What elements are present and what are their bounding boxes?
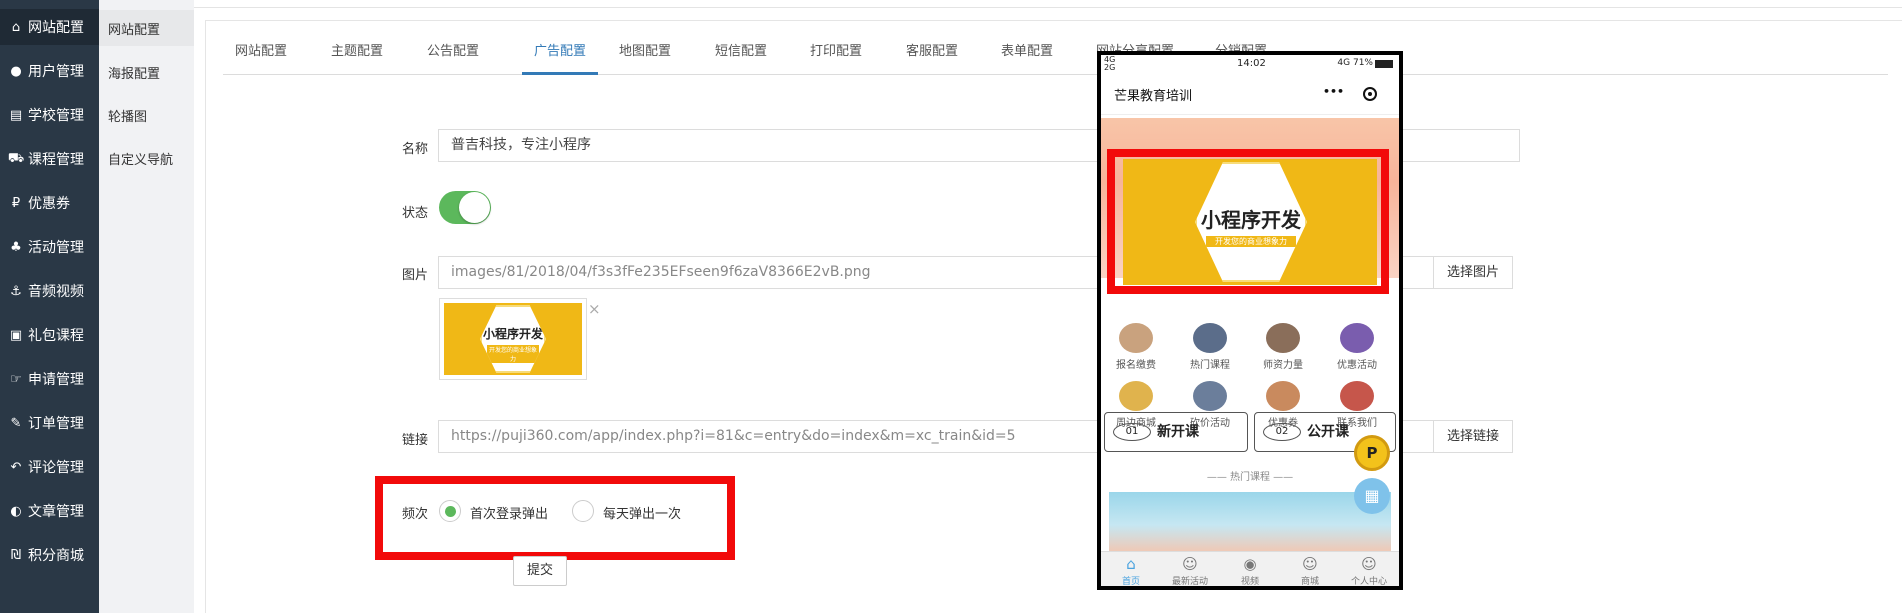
tab-sms-config[interactable]: 短信配置 — [703, 38, 779, 75]
phone-preview: 4G 2G 14:02 4G 71% 芒果教育培训 ••• 报名缴费 热门课程 … — [1097, 51, 1403, 590]
name-label: 名称 — [401, 142, 428, 157]
home-tab-icon: ⌂ — [1126, 555, 1136, 573]
subnav-item-custom-nav[interactable]: 自定义导航 — [99, 140, 194, 176]
phone-app-title: 芒果教育培训 — [1114, 89, 1193, 104]
phone-icon-enroll[interactable]: 报名缴费 — [1106, 323, 1166, 371]
sidebar-item-users[interactable]: ● 用户管理 — [0, 53, 99, 89]
sidebar-item-schools[interactable]: ▤ 学校管理 — [0, 97, 99, 133]
radio-first-login[interactable] — [439, 500, 461, 522]
tab-map-config[interactable]: 地图配置 — [607, 38, 683, 75]
phone-tab-mall[interactable]: ☺ 商城 — [1280, 552, 1340, 586]
sidebar-item-site-config[interactable]: ⌂ 网站配置 — [0, 9, 99, 45]
ad-thumb-subtitle: 开发您的商业想象力 — [486, 345, 540, 363]
sidebar-item-orders[interactable]: ✎ 订单管理 — [0, 405, 99, 441]
battery-icon — [1375, 60, 1393, 68]
sidebar-item-coupons[interactable]: ₽ 优惠券 — [0, 185, 99, 221]
gift-icon: ▣ — [9, 327, 23, 343]
sidebar-item-comments[interactable]: ↶ 评论管理 — [0, 449, 99, 485]
phone-icon-hot-courses[interactable]: 热门课程 — [1180, 323, 1240, 371]
subnav-item-site-config[interactable]: 网站配置 — [99, 10, 194, 46]
sidebar-item-gift-courses[interactable]: ▣ 礼包课程 — [0, 317, 99, 353]
server-icon: ▤ — [9, 107, 23, 123]
subnav-item-poster-config[interactable]: 海报配置 — [99, 54, 194, 90]
points-icon: ₪ — [10, 547, 22, 563]
status-toggle[interactable] — [439, 191, 491, 224]
phone-tab-profile[interactable]: ☺ 个人中心 — [1339, 552, 1399, 586]
sidebar-item-courses[interactable]: ⛟ 课程管理 — [0, 141, 99, 177]
subnav-item-carousel[interactable]: 轮播图 — [99, 97, 194, 133]
choose-image-button[interactable]: 选择图片 — [1433, 256, 1513, 289]
cart-icon: ⛟ — [7, 150, 25, 166]
config-tabs: 网站配置 主题配置 公告配置 广告配置 地图配置 短信配置 打印配置 客服配置 … — [223, 38, 1888, 75]
phone-tab-home[interactable]: ⌂ 首页 — [1101, 552, 1161, 586]
phone-status-bar: 4G 2G 14:02 4G 71% — [1101, 55, 1399, 73]
image-preview: 小程序开发 开发您的商业想象力 — [439, 298, 587, 380]
anchor-icon: ⚓ — [10, 283, 22, 299]
order-icon: ✎ — [10, 415, 22, 431]
phone-new-course-card[interactable]: 01 新开课 — [1104, 412, 1248, 452]
sub-navigation: 网站配置 海报配置 轮播图 自定义导航 — [99, 0, 194, 613]
phone-icon-promotions[interactable]: 优惠活动 — [1327, 323, 1387, 371]
phone-time: 14:02 — [1237, 58, 1266, 69]
phone-tab-video[interactable]: ◉ 视频 — [1220, 552, 1280, 586]
phone-tab-activities[interactable]: ☺ 最新活动 — [1160, 552, 1220, 586]
sidebar: ⌂ 网站配置 ● 用户管理 ▤ 学校管理 ⛟ 课程管理 ₽ 优惠券 ♣ 活动管理 ⚓ 音频视频… — [0, 0, 99, 613]
radio-daily-label: 每天弹出一次 — [603, 507, 682, 522]
phone-tab-bar: ⌂ 首页 ☺ 最新活动 ◉ 视频 ☺ 商城 ☺ 个人中心 — [1101, 551, 1399, 586]
ad-thumb-title: 小程序开发 — [482, 327, 543, 341]
video-tab-icon: ◉ — [1243, 555, 1257, 573]
sidebar-item-applications[interactable]: ☞ 申请管理 — [0, 361, 99, 397]
mall-tab-icon: ☺ — [1302, 555, 1318, 573]
remove-image-icon[interactable]: × — [588, 300, 601, 318]
tab-form-config[interactable]: 表单配置 — [989, 38, 1065, 75]
ad-thumbnail: 小程序开发 开发您的商业想象力 — [444, 303, 582, 375]
sidebar-item-media[interactable]: ⚓ 音频视频 — [0, 273, 99, 309]
radio-first-login-label: 首次登录弹出 — [470, 507, 549, 522]
more-icon[interactable]: ••• — [1323, 85, 1344, 98]
toggle-knob — [459, 192, 490, 223]
tab-ad-config[interactable]: 广告配置 — [522, 38, 599, 75]
reply-icon: ↶ — [10, 459, 22, 475]
frequency-label: 频次 — [401, 507, 428, 522]
user-icon: ● — [10, 63, 22, 79]
building-fab-icon[interactable]: ▦ — [1354, 478, 1390, 514]
status-label: 状态 — [401, 206, 428, 221]
sidebar-item-articles[interactable]: ◐ 文章管理 — [0, 493, 99, 529]
home-icon: ⌂ — [11, 19, 21, 35]
phone-hot-courses-heading: —— 热门课程 —— — [1206, 472, 1294, 483]
phone-battery-text: 4G 71% — [1337, 58, 1373, 68]
submit-button[interactable]: 提交 — [513, 556, 567, 586]
tab-site-config[interactable]: 网站配置 — [223, 38, 299, 75]
popup-highlight — [1107, 149, 1389, 294]
hexagon-badge: 小程序开发 开发您的商业想象力 — [480, 305, 546, 373]
tab-print-config[interactable]: 打印配置 — [798, 38, 874, 75]
sidebar-item-activities[interactable]: ♣ 活动管理 — [0, 229, 99, 265]
hand-icon: ☞ — [10, 371, 22, 387]
link-label: 链接 — [401, 433, 428, 448]
close-target-icon[interactable] — [1363, 87, 1377, 101]
profile-tab-icon: ☺ — [1361, 555, 1377, 573]
top-bar — [194, 0, 1902, 8]
tab-notice-config[interactable]: 公告配置 — [415, 38, 491, 75]
coupon-icon: ₽ — [11, 195, 21, 211]
tab-service-config[interactable]: 客服配置 — [894, 38, 970, 75]
person-tab-icon: ☺ — [1182, 555, 1198, 573]
sidebar-item-points-mall[interactable]: ₪ 积分商城 — [0, 537, 99, 573]
image-label: 图片 — [401, 268, 428, 283]
choose-link-button[interactable]: 选择链接 — [1433, 420, 1513, 453]
phone-title-bar: 芒果教育培训 ••• — [1101, 73, 1399, 115]
parking-fab[interactable]: P — [1354, 435, 1390, 471]
article-icon: ◐ — [10, 503, 22, 519]
tab-theme-config[interactable]: 主题配置 — [319, 38, 395, 75]
phone-hot-course-image[interactable] — [1109, 492, 1391, 552]
phone-icon-teachers[interactable]: 师资力量 — [1253, 323, 1313, 371]
radio-daily[interactable] — [572, 500, 594, 522]
activity-icon: ♣ — [10, 239, 22, 255]
